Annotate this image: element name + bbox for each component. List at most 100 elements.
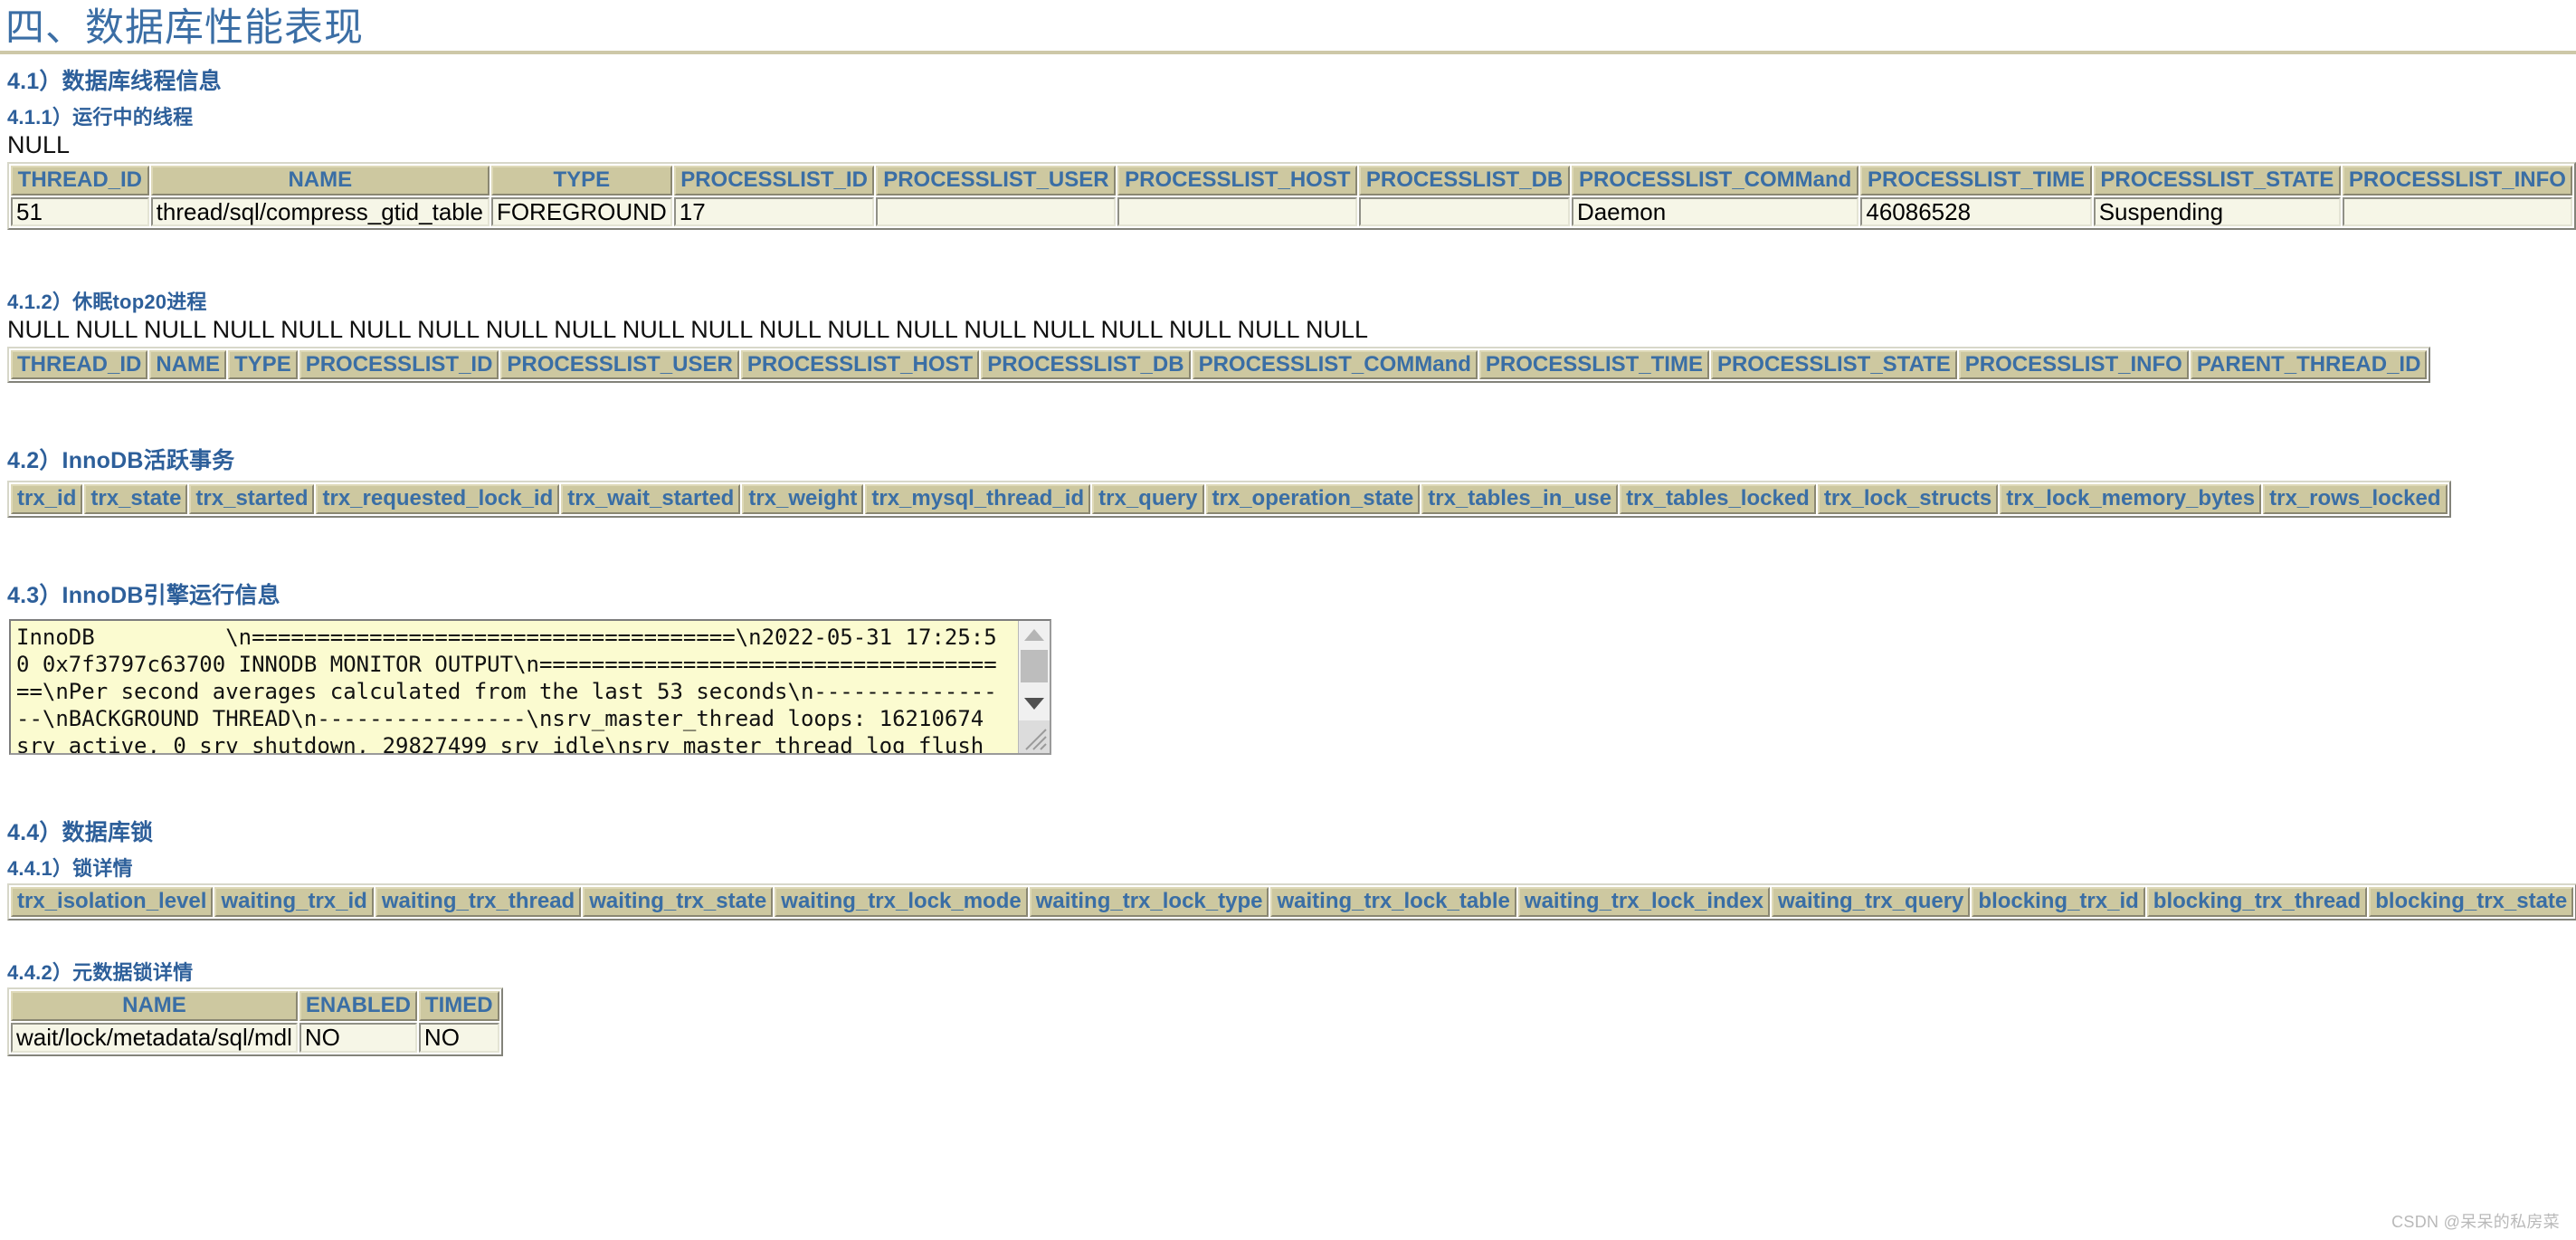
column-header: PROCESSLIST_USER [876, 165, 1117, 196]
column-header: trx_weight [742, 484, 864, 515]
column-header: blocking_trx_thread [2146, 887, 2368, 918]
column-header: PROCESSLIST_HOST [740, 349, 980, 380]
column-header: blocking_trx_id [1972, 887, 2145, 918]
column-header: waiting_trx_id [214, 887, 374, 918]
section-heading-4-3: 4.3）InnoDB引擎运行信息 [7, 583, 280, 609]
column-header: THREAD_ID [11, 349, 148, 380]
column-header: trx_requested_lock_id [316, 484, 560, 515]
metadata-lock-table: NAME ENABLED TIMED wait/lock/metadata/sql/… [7, 987, 503, 1056]
column-header: trx_tables_locked [1620, 484, 1816, 515]
column-header: waiting_trx_lock_table [1270, 887, 1516, 918]
table-cell: Daemon [1571, 196, 1859, 227]
table-cell: Suspending [2093, 196, 2341, 227]
column-header: trx_mysql_thread_id [865, 484, 1091, 515]
innodb-trx-table: trx_id trx_state trx_started trx_requested_… [7, 481, 2451, 519]
innodb-status-box[interactable]: InnoDB \n===============================… [9, 619, 1051, 756]
column-header: TIMED [418, 991, 499, 1022]
column-header: waiting_trx_lock_type [1029, 887, 1269, 918]
column-header: PROCESSLIST_DB [1359, 165, 1570, 196]
table-header-row: trx_isolation_level waiting_trx_id waiting… [11, 887, 2574, 918]
column-header: PROCESSLIST_ID [673, 165, 875, 196]
column-header: trx_state [84, 484, 188, 515]
column-header: PROCESSLIST_STATE [1710, 349, 1957, 380]
table-cell: FOREGROUND [490, 196, 672, 227]
column-header: waiting_trx_state [583, 887, 774, 918]
section-4-1-1-note: NULL [7, 131, 71, 159]
idle-threads-table-wrap: THREAD_ID NAME TYPE PROCESSLIST_ID PROCESSLI… [7, 346, 2576, 384]
table-header-row: THREAD_ID NAME TYPE PROCESSLIST_ID PROCESSLI… [11, 165, 2572, 196]
column-header: PROCESSLIST_COMMand [1571, 165, 1859, 196]
column-header: trx_rows_locked [2263, 484, 2448, 515]
column-header: PROCESSLIST_USER [500, 349, 739, 380]
table-header-row: NAME ENABLED TIMED [11, 991, 499, 1022]
column-header: TYPE [490, 165, 672, 196]
column-header: trx_operation_state [1205, 484, 1421, 515]
idle-threads-table: THREAD_ID NAME TYPE PROCESSLIST_ID PROCESSLI… [7, 346, 2431, 384]
column-header: trx_lock_structs [1817, 484, 1999, 515]
table-cell: 51 [11, 196, 149, 227]
column-header: PROCESSLIST_HOST [1117, 165, 1358, 196]
scroll-down-arrow-icon[interactable] [1019, 690, 1050, 718]
column-header: blocking_trx_state [2369, 887, 2574, 918]
column-header: ENABLED [299, 991, 417, 1022]
column-header: NAME [149, 349, 227, 380]
column-header: PROCESSLIST_COMMand [1192, 349, 1478, 380]
table-cell [1117, 196, 1358, 227]
table-row: 51 thread/sql/compress_gtid_table FOREGROU… [11, 196, 2572, 227]
column-header: trx_wait_started [561, 484, 741, 515]
column-header: trx_started [189, 484, 315, 515]
column-header: trx_isolation_level [11, 887, 214, 918]
section-heading-4-4: 4.4）数据库锁 [7, 820, 154, 846]
section-heading-4-1-2: 4.1.2）休眠top20进程 [7, 291, 207, 314]
column-header: trx_lock_memory_bytes [2000, 484, 2262, 515]
scrollbar-track[interactable] [1019, 682, 1050, 691]
scrollbar-thumb[interactable] [1021, 650, 1048, 683]
table-cell: 17 [673, 196, 875, 227]
section-heading-4-4-2: 4.4.2）元数据锁详情 [7, 961, 194, 985]
table-cell [2342, 196, 2572, 227]
column-header: NAME [150, 165, 490, 196]
column-header: PROCESSLIST_STATE [2093, 165, 2341, 196]
section-4-1-2-note: NULL NULL NULL NULL NULL NULL NULL NULL … [7, 316, 1369, 344]
page-title: 四、数据库性能表现 [5, 6, 364, 50]
report-page: 四、数据库性能表现 4.1）数据库线程信息 4.1.1）运行中的线程 NULL … [0, 0, 2576, 1240]
column-header: PARENT_THREAD_ID [2190, 349, 2428, 380]
innodb-status-area: InnoDB \n===============================… [9, 619, 1051, 756]
table-cell: 46086528 [1860, 196, 2092, 227]
table-header-row: trx_id trx_state trx_started trx_requested_… [11, 484, 2448, 515]
scroll-up-arrow-icon[interactable] [1019, 621, 1050, 649]
column-header: PROCESSLIST_INFO [2342, 165, 2572, 196]
table-cell [876, 196, 1117, 227]
metadata-lock-table-wrap: NAME ENABLED TIMED wait/lock/metadata/sql/… [7, 987, 2576, 1056]
column-header: trx_id [11, 484, 83, 515]
section-heading-4-4-1: 4.4.1）锁详情 [7, 857, 133, 881]
column-header: NAME [11, 991, 298, 1022]
column-header: PROCESSLIST_TIME [1860, 165, 2092, 196]
title-divider [0, 51, 2576, 55]
table-row: wait/lock/metadata/sql/mdl NO NO [11, 1023, 499, 1053]
table-cell: thread/sql/compress_gtid_table [150, 196, 490, 227]
table-cell: wait/lock/metadata/sql/mdl [11, 1023, 298, 1053]
column-header: waiting_trx_lock_mode [775, 887, 1028, 918]
column-header: PROCESSLIST_TIME [1478, 349, 1709, 380]
innodb-status-text[interactable]: InnoDB \n===============================… [16, 624, 1003, 753]
column-header: THREAD_ID [11, 165, 149, 196]
column-header: PROCESSLIST_DB [981, 349, 1191, 380]
section-heading-4-1-1: 4.1.1）运行中的线程 [7, 106, 194, 129]
resize-grip-icon[interactable] [1019, 720, 1050, 754]
column-header: TYPE [228, 349, 298, 380]
innodb-trx-table-wrap: trx_id trx_state trx_started trx_requested_… [7, 481, 2576, 519]
lock-detail-table: trx_isolation_level waiting_trx_id waiting… [7, 883, 2576, 921]
column-header: waiting_trx_thread [375, 887, 582, 918]
watermark: CSDN @呆呆的私房菜 [2391, 1213, 2560, 1231]
table-header-row: THREAD_ID NAME TYPE PROCESSLIST_ID PROCESSLI… [11, 349, 2428, 380]
running-threads-table-wrap: THREAD_ID NAME TYPE PROCESSLIST_ID PROCESSLI… [7, 161, 2576, 231]
column-header: PROCESSLIST_INFO [1958, 349, 2189, 380]
table-cell [1359, 196, 1570, 227]
column-header: waiting_trx_lock_index [1517, 887, 1770, 918]
